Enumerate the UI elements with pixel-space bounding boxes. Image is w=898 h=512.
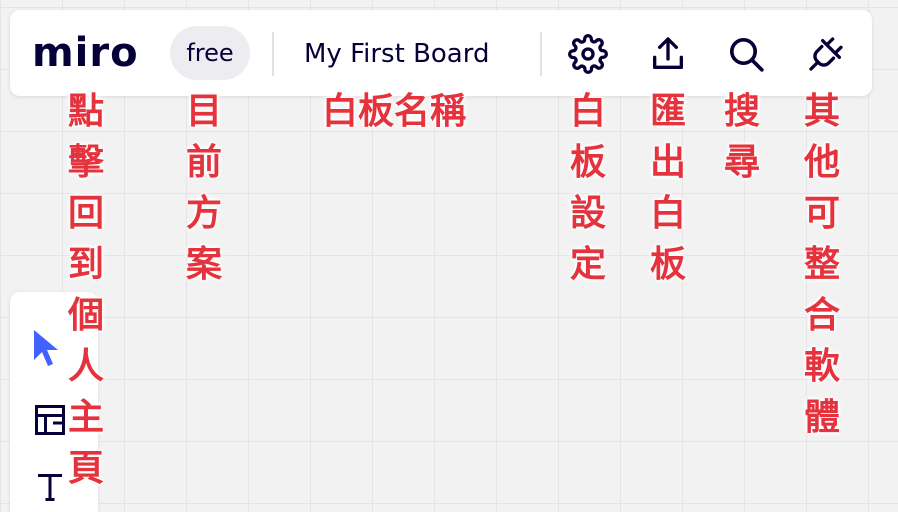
frame-icon[interactable] — [32, 402, 68, 438]
annotation-board-name: 白板名稱 — [322, 91, 467, 132]
top-toolbar: miro free My First Board — [10, 10, 872, 96]
integrations-button[interactable] — [806, 34, 846, 74]
annotation-settings: 白板設定 — [569, 91, 606, 285]
annotation-search: 搜尋 — [723, 91, 760, 183]
annotation-plan: 目前方案 — [185, 91, 222, 285]
board-settings-button[interactable] — [568, 34, 608, 74]
toolbar-divider — [540, 32, 542, 76]
search-button[interactable] — [726, 34, 766, 74]
upload-icon — [653, 37, 683, 70]
plan-badge[interactable]: free — [170, 26, 250, 80]
annotation-home: 點擊回到個人主頁 — [67, 91, 104, 489]
plug-icon — [809, 37, 843, 71]
annotation-export: 匯出白板 — [649, 91, 686, 285]
miro-logo[interactable]: miro — [32, 28, 139, 78]
cursor-icon[interactable] — [32, 328, 60, 368]
export-board-button[interactable] — [648, 34, 688, 74]
annotation-integrations: 其他可整合軟體 — [803, 91, 840, 438]
search-icon — [730, 38, 764, 72]
text-icon[interactable] — [32, 468, 68, 504]
board-name[interactable]: My First Board — [304, 32, 489, 76]
toolbar-divider — [272, 32, 274, 76]
gear-icon — [568, 34, 608, 74]
